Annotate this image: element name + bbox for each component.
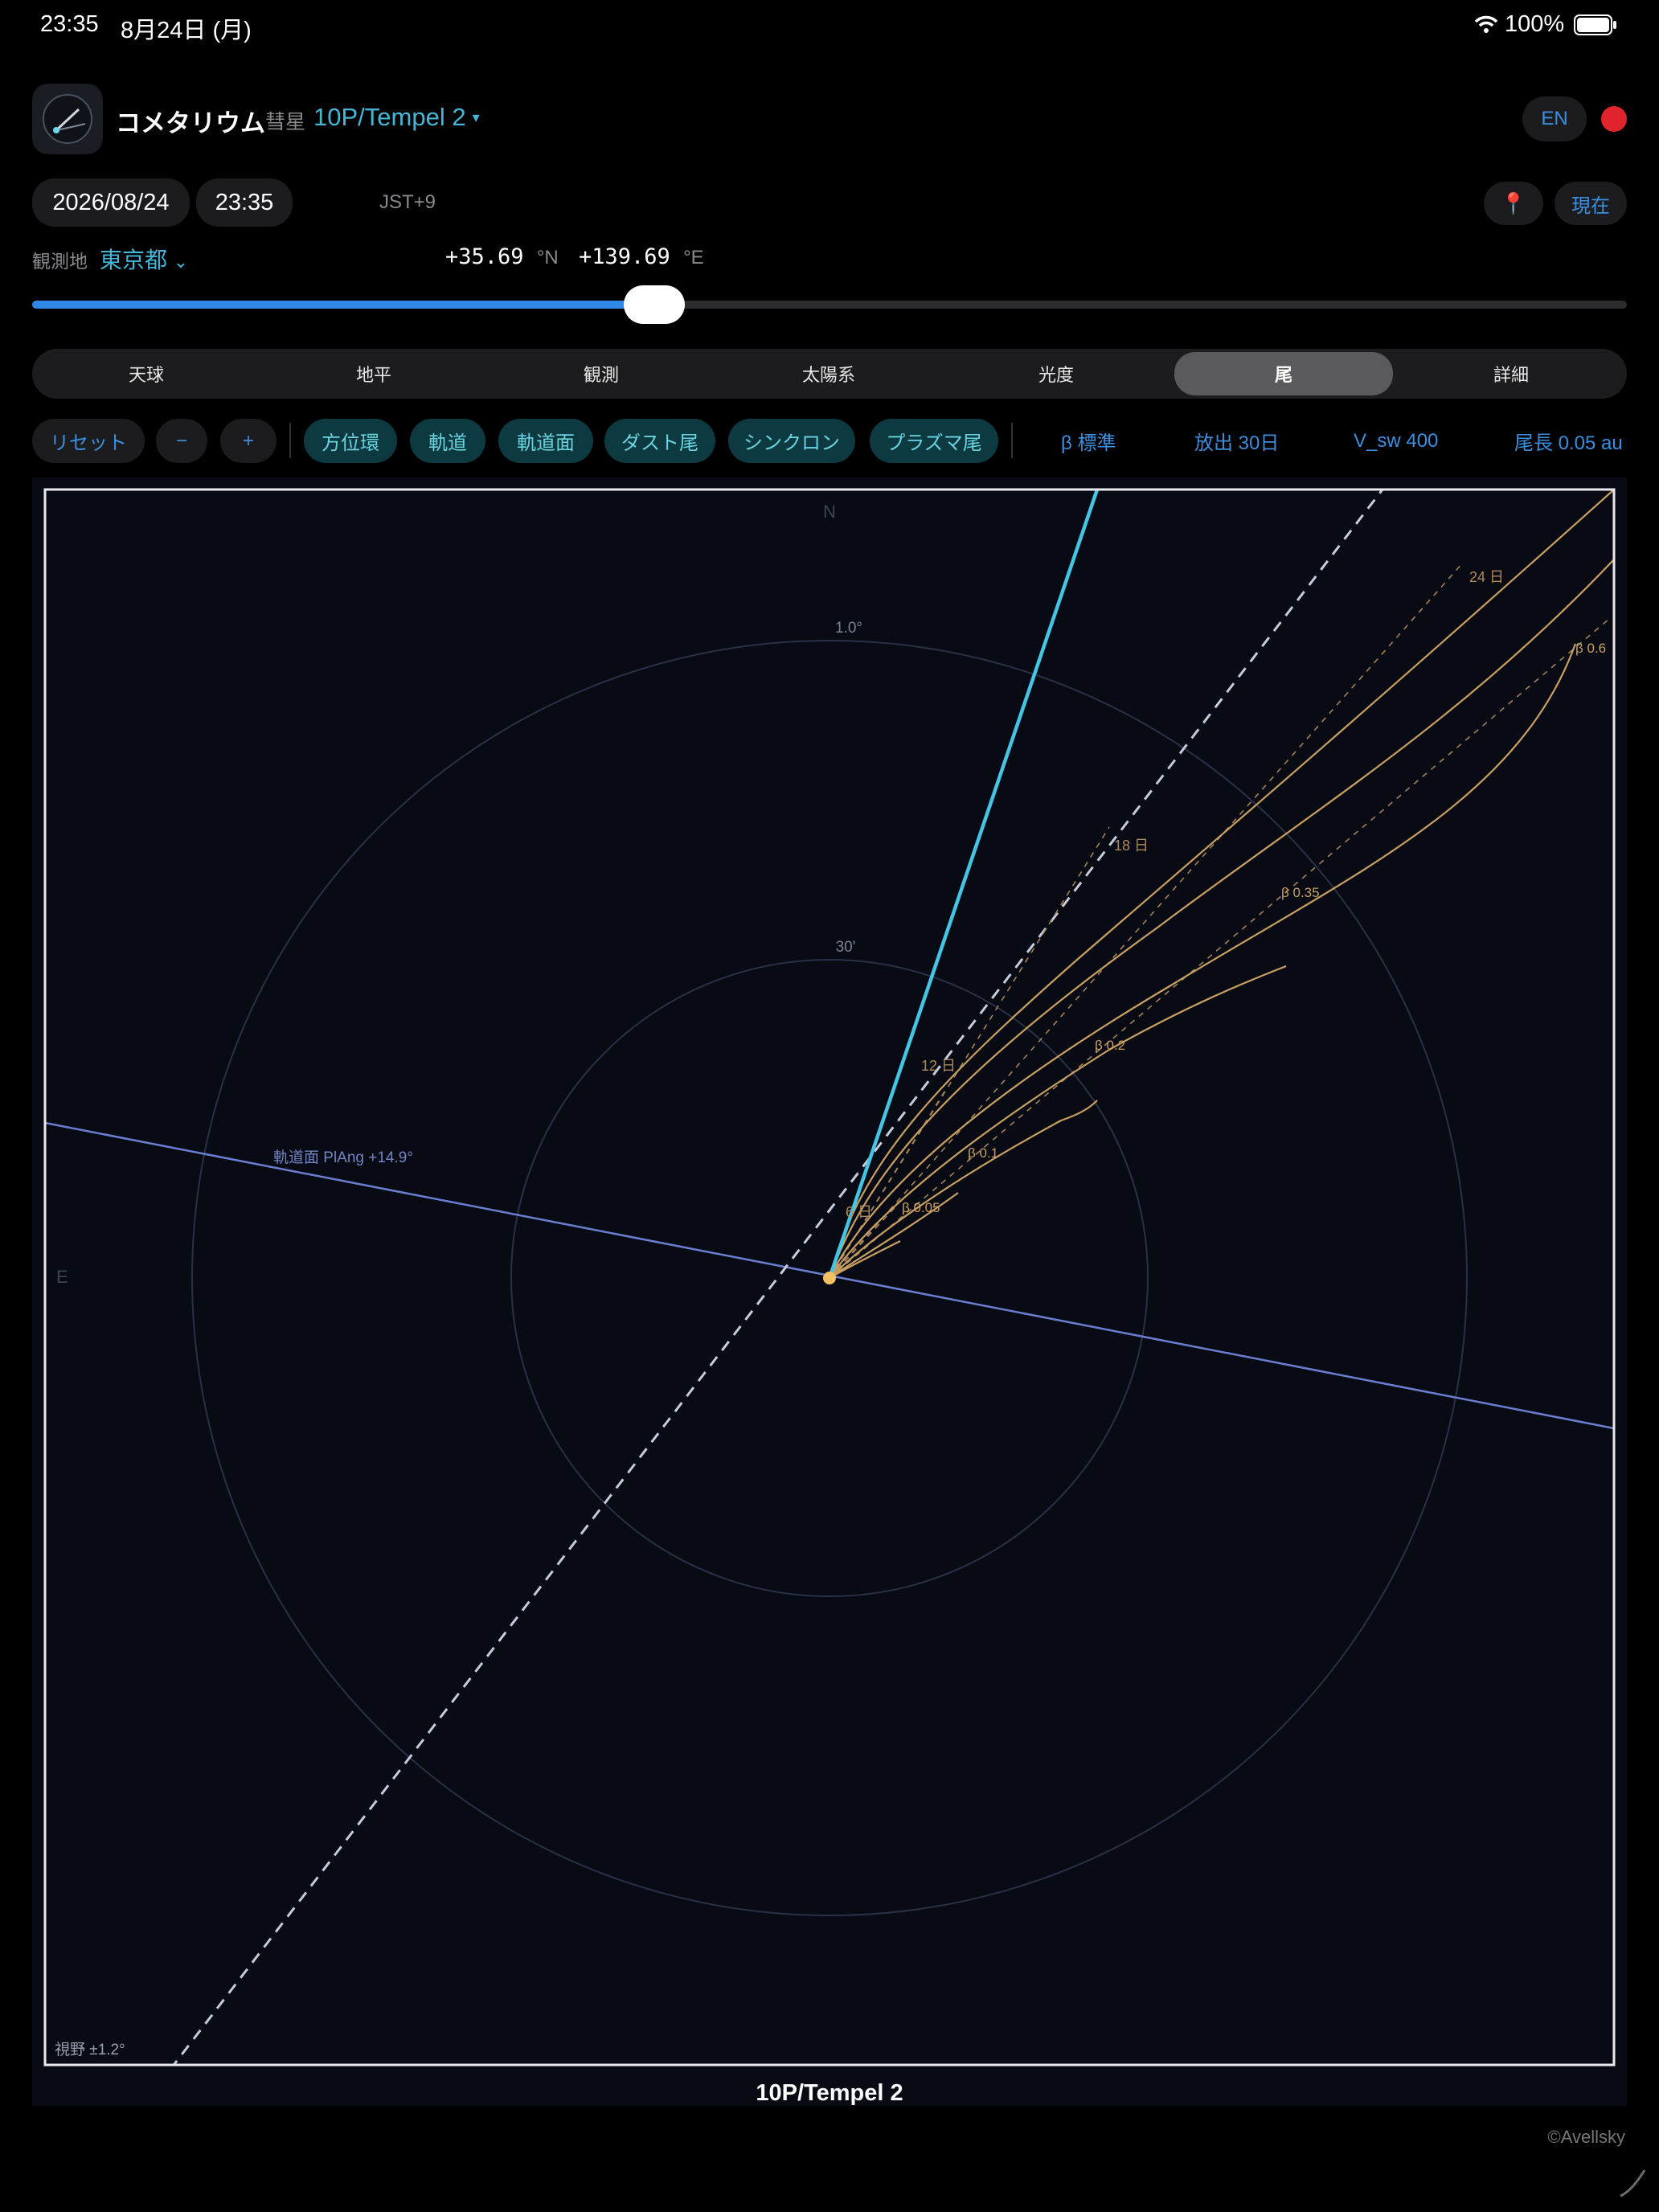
beta-selector[interactable]: β 標準 xyxy=(1061,419,1116,463)
time-slider-fill xyxy=(32,301,654,309)
toggle-plasma-tail[interactable]: プラズマ尾 xyxy=(870,419,998,463)
status-time: 23:35 xyxy=(40,11,99,37)
tab-0[interactable]: 天球 xyxy=(37,349,256,399)
language-button[interactable]: EN xyxy=(1522,96,1587,141)
location-pin-button[interactable]: 📍 xyxy=(1484,182,1543,225)
longitude-unit: °E xyxy=(683,247,704,268)
comet-label: 彗星 xyxy=(265,111,306,133)
comet-nucleus-icon xyxy=(823,1272,836,1284)
time-slider-thumb[interactable] xyxy=(623,285,685,324)
syndyne-2-curve xyxy=(828,559,1614,1279)
location-value: 東京都 xyxy=(100,248,168,272)
orbit-line xyxy=(172,490,1384,2065)
battery-percent: 100% xyxy=(1505,11,1565,37)
latitude-unit: °N xyxy=(536,247,559,268)
chevron-down-icon: ⌄ xyxy=(173,252,189,272)
ring-outer-label: 1.0° xyxy=(835,620,862,637)
syndyne-label: β 0.35 xyxy=(1281,885,1320,900)
synchrone-extra-line xyxy=(829,618,1610,1279)
syndyne-label: β 0.6 xyxy=(1575,641,1606,656)
record-indicator-icon[interactable] xyxy=(1601,106,1627,132)
zoom-in-button[interactable]: + xyxy=(220,419,276,463)
reset-button[interactable]: リセット xyxy=(32,419,145,463)
solar-wind-selector[interactable]: V_sw 400 xyxy=(1354,419,1438,463)
tab-1[interactable]: 地平 xyxy=(264,349,483,399)
tab-3[interactable]: 太陽系 xyxy=(719,349,938,399)
comet-selector[interactable]: 10P/Tempel 2 ▾ xyxy=(313,103,480,132)
field-of-view-label: 視野 ±1.2° xyxy=(55,2041,125,2058)
toggle-orbit[interactable]: 軌道 xyxy=(410,419,485,463)
latitude-readout: +35.69 °N xyxy=(445,244,559,269)
orbit-plane-label: 軌道面 PlAng +14.9° xyxy=(273,1149,413,1166)
location-selector[interactable]: 東京都 ⌄ xyxy=(100,243,188,275)
status-date: 8月24日 (月) xyxy=(121,18,252,43)
pencil-icon[interactable] xyxy=(1616,2167,1648,2199)
toolbar-divider xyxy=(289,423,291,458)
plasma-tail-line xyxy=(827,490,1100,1279)
location-pin-icon: 📍 xyxy=(1500,190,1527,215)
toggle-dust-tail[interactable]: ダスト尾 xyxy=(604,419,715,463)
timezone-label: JST+9 xyxy=(379,191,436,213)
toggle-synchrone[interactable]: シンクロン xyxy=(728,419,855,463)
location-label: 観測地 xyxy=(32,251,88,272)
app-title: コメタリウム xyxy=(116,109,265,137)
zoom-out-button[interactable]: − xyxy=(156,419,207,463)
tail-length-selector[interactable]: 尾長 0.05 au xyxy=(1514,419,1623,463)
toggle-azimuth-ring[interactable]: 方位環 xyxy=(304,419,397,463)
synchrone-label: 18 日 xyxy=(1114,838,1149,854)
compass-north-label: N xyxy=(823,502,836,522)
synchrone-12-line xyxy=(829,1091,945,1279)
latitude-value: +35.69 xyxy=(445,244,524,269)
app-icon xyxy=(32,84,103,154)
emission-selector[interactable]: 放出 30日 xyxy=(1194,419,1279,463)
tab-2[interactable]: 観測 xyxy=(492,349,711,399)
date-field[interactable]: 2026/08/24 xyxy=(32,178,190,227)
wifi-icon xyxy=(1474,14,1498,34)
tail-plot-panel[interactable]: N E 1.0° 30' 軌道面 PlAng +14.9° 視野 ±1.2° 2… xyxy=(32,477,1627,2106)
longitude-value: +139.69 xyxy=(579,244,670,269)
syndyne-label: β 0.1 xyxy=(968,1145,998,1161)
toolbar-divider xyxy=(1011,423,1013,458)
ring-inner-label: 30' xyxy=(836,939,856,956)
synchrone-24-line xyxy=(829,562,1464,1279)
tail-plot[interactable]: N E 1.0° 30' 軌道面 PlAng +14.9° 視野 ±1.2° 2… xyxy=(32,477,1627,2106)
dropdown-caret-icon: ▾ xyxy=(472,109,480,125)
syndyne-label: β 0.2 xyxy=(1095,1038,1125,1053)
tab-5[interactable]: 尾 xyxy=(1174,352,1393,395)
syndyne-1-curve xyxy=(828,490,1614,1279)
comet-name: 10P/Tempel 2 xyxy=(313,103,466,131)
time-field[interactable]: 23:35 xyxy=(196,178,293,227)
synchrone-label: 12 日 xyxy=(921,1058,956,1074)
synchrone-label: 24 日 xyxy=(1469,569,1504,585)
compass-east-label: E xyxy=(56,1267,68,1287)
tab-4[interactable]: 光度 xyxy=(947,349,1165,399)
synchrone-label: 6 日 xyxy=(846,1204,872,1220)
plot-title: 10P/Tempel 2 xyxy=(756,2080,903,2106)
tab-6[interactable]: 詳細 xyxy=(1402,349,1620,399)
battery-icon xyxy=(1574,14,1617,35)
longitude-readout: +139.69 °E xyxy=(579,244,704,269)
syndyne-label: β 0.05 xyxy=(902,1200,940,1215)
now-button[interactable]: 現在 xyxy=(1555,182,1627,225)
copyright-label: ©Avellsky xyxy=(1547,2127,1626,2147)
toggle-orbit-plane[interactable]: 軌道面 xyxy=(498,419,593,463)
